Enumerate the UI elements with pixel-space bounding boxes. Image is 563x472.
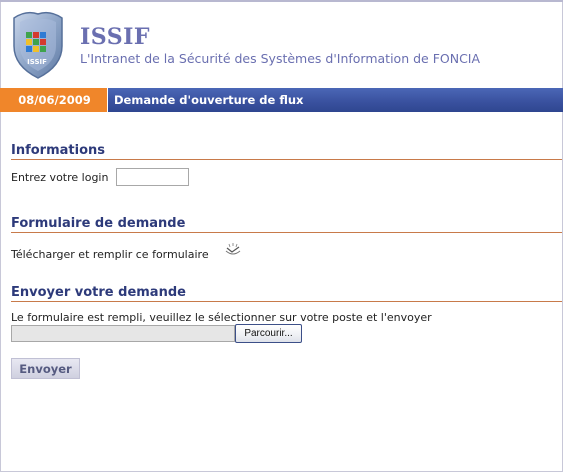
browse-button[interactable]: Parcourir... [235, 324, 302, 343]
logo-text: ISSIF [27, 58, 47, 66]
login-label: Entrez votre login [11, 171, 109, 184]
date-label: 08/06/2009 [0, 88, 107, 112]
informations-heading: Informations [11, 143, 562, 160]
site-subtitle: L'Intranet de la Sécurité des Systèmes d… [80, 51, 481, 66]
download-form-icon[interactable] [224, 242, 242, 258]
file-path-field[interactable] [11, 325, 235, 342]
issif-logo: ISSIF [13, 11, 63, 79]
page-frame [0, 0, 563, 472]
page-title: Demande d'ouverture de flux [107, 88, 563, 112]
send-button[interactable]: Envoyer [11, 358, 80, 379]
login-input[interactable] [116, 168, 189, 186]
envoyer-instructions: Le formulaire est rempli, veuillez le sé… [11, 311, 432, 324]
site-name: ISSIF [80, 24, 150, 50]
formulaire-heading: Formulaire de demande [11, 216, 562, 233]
envoyer-heading: Envoyer votre demande [11, 285, 562, 302]
top-border [0, 0, 563, 2]
title-bar: 08/06/2009 Demande d'ouverture de flux [0, 88, 563, 112]
download-form-label: Télécharger et remplir ce formulaire [11, 248, 209, 261]
